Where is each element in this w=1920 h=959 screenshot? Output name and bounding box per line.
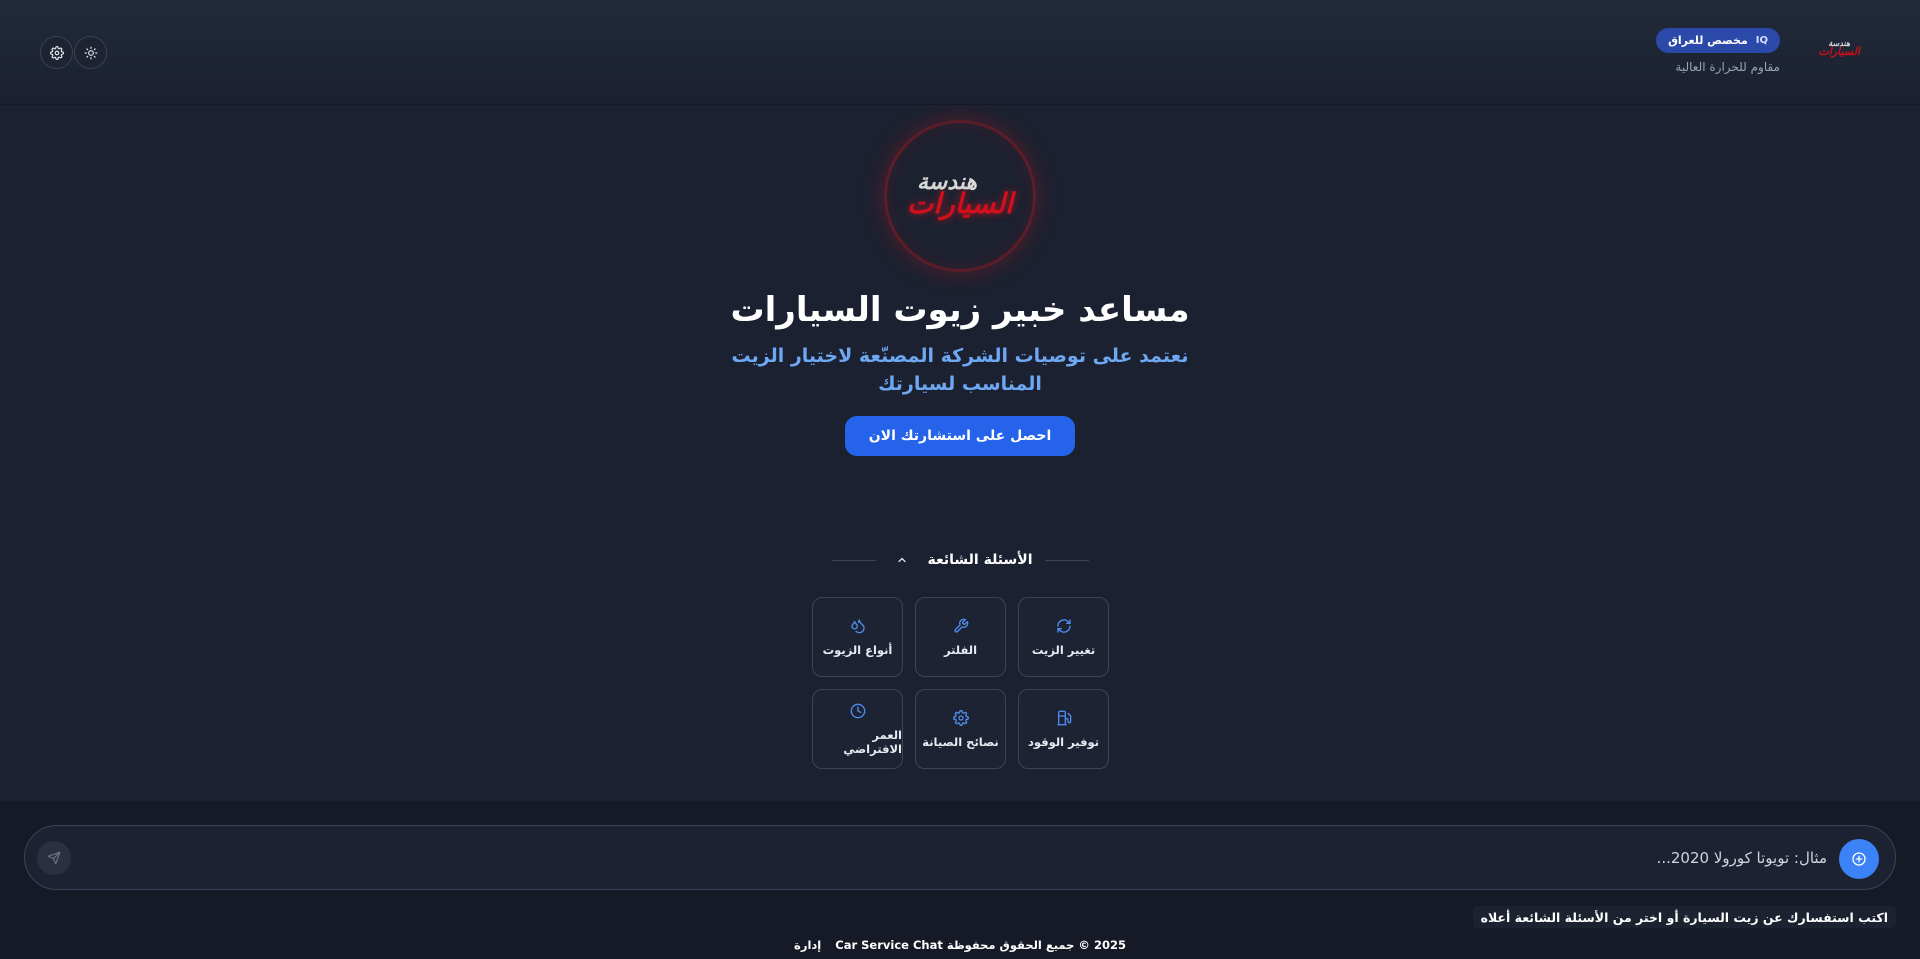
attach-button[interactable] [1839, 839, 1879, 879]
badge-label: مخصص للعراق [1668, 34, 1748, 47]
footer-copyright: 2025 © جميع الحقوق محفوظة Car Service Ch… [835, 938, 1126, 952]
faq-card-label: الفلتر [943, 643, 978, 657]
send-icon [47, 851, 61, 865]
faq-toggle[interactable] [896, 554, 908, 566]
droplets-icon [850, 619, 865, 634]
header-logo[interactable]: هندسة السيارات [1818, 40, 1860, 58]
faq-card-fuel-saving[interactable]: توفير الوقود [1018, 689, 1109, 769]
header-tagline: مقاوم للحرارة العالية [1675, 60, 1780, 74]
admin-link[interactable]: إدارة [794, 938, 821, 952]
wrench-icon [953, 618, 968, 633]
top-header: هندسة السيارات IQ مخصص للعراق مقاوم للحر… [0, 0, 1920, 105]
faq-card-label: توفير الوقود [1027, 735, 1100, 749]
send-button[interactable] [37, 841, 71, 875]
fuel-icon [1056, 710, 1071, 726]
plus-circle-icon [1852, 852, 1866, 866]
gear-icon [952, 710, 969, 726]
get-consultation-button[interactable]: احصل على استشارتك الان [845, 416, 1075, 456]
page-title: مساعد خبير زيوت السيارات [730, 290, 1190, 330]
chevron-up-icon [897, 557, 906, 563]
faq-card-lifespan[interactable]: العمر الافتراضي [812, 689, 903, 769]
clock-icon [850, 703, 865, 719]
chat-input-bar [24, 825, 1896, 890]
settings-button[interactable] [40, 36, 73, 69]
gear-icon [49, 45, 64, 60]
refresh-icon [1056, 619, 1071, 633]
hero-logo-line2: السيارات [907, 187, 1013, 220]
faq-card-oil-change[interactable]: تغيير الزيت [1018, 597, 1109, 677]
faq-title: الأسئلة الشائعة [927, 552, 1033, 568]
faq-card-filter[interactable]: الفلتر [915, 597, 1006, 677]
hero-logo: هندسة السيارات [884, 172, 1036, 218]
faq-card-label: العمر الافتراضي [843, 728, 902, 756]
country-code: IQ [1755, 35, 1768, 46]
faq-header[interactable]: الأسئلة الشائعة [0, 552, 1920, 568]
sun-icon [84, 46, 97, 59]
footer: 2025 © جميع الحقوق محفوظة Car Service Ch… [0, 938, 1920, 952]
faq-card-label: نصائح الصيانة [922, 735, 999, 749]
faq-card-label: تغيير الزيت [1031, 643, 1096, 657]
iraq-badge: IQ مخصص للعراق [1656, 28, 1780, 53]
theme-toggle-button[interactable] [74, 36, 107, 69]
faq-divider-right [1044, 559, 1089, 561]
faq-card-maintenance-tips[interactable]: نصائح الصيانة [915, 689, 1006, 769]
faq-card-label: أنواع الزيوت [822, 643, 893, 657]
chat-input[interactable] [127, 840, 1827, 876]
faq-card-oil-types[interactable]: أنواع الزيوت [812, 597, 903, 677]
hero-subtitle: نعتمد على توصيات الشركة المصنّعة لاختيار… [731, 345, 1189, 395]
faq-divider-left [831, 559, 876, 561]
faq-grid: تغيير الزيت الفلتر أنواع الزيوت توفير ال… [812, 597, 1109, 769]
chat-hint: اكتب استفسارك عن زيت السيارة أو اختر من … [1472, 906, 1896, 928]
header-logo-line2: السيارات [1818, 45, 1860, 58]
